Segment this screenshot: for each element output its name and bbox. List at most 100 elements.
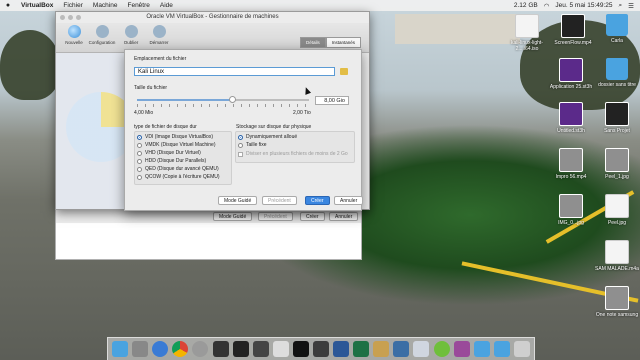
menu-app-name[interactable]: VirtualBox bbox=[16, 2, 58, 9]
close-window-button[interactable] bbox=[60, 15, 65, 20]
folder-icon bbox=[606, 58, 628, 80]
settings-label: Configuration bbox=[88, 40, 116, 45]
finder-icon[interactable] bbox=[112, 341, 129, 357]
desktop-icon-label: Impro 56.mp4 bbox=[555, 174, 587, 180]
desktop-icon-label: dossier sans titre bbox=[598, 82, 636, 88]
folder-icon[interactable] bbox=[493, 341, 510, 357]
desktop-icon-app25[interactable]: Application 25.st3h bbox=[548, 58, 594, 90]
virtualbox-icon[interactable] bbox=[393, 341, 410, 357]
terminal-icon[interactable] bbox=[232, 341, 249, 357]
excel-icon[interactable] bbox=[353, 341, 370, 357]
menu-help[interactable]: Aide bbox=[155, 2, 178, 9]
desktop-icon-iso[interactable]: kali-linux-light-2....i64.iso bbox=[504, 14, 550, 52]
checkbox-box bbox=[238, 151, 243, 157]
clock[interactable]: Jeu. 5 mai 15:49:25 bbox=[555, 2, 612, 9]
desktop-icon-folder[interactable]: dossier sans titre bbox=[594, 58, 640, 88]
start-button[interactable]: Démarrer bbox=[144, 25, 174, 45]
desktop-icon-onenote[interactable]: One note samsung bbox=[594, 286, 640, 318]
chrome-icon[interactable] bbox=[172, 341, 189, 357]
folder-icon[interactable] bbox=[473, 341, 490, 357]
size-slider-ticks bbox=[137, 104, 309, 107]
menu-file[interactable]: Fichier bbox=[58, 2, 88, 9]
start-arrow-icon bbox=[152, 25, 166, 38]
create-button[interactable]: Créer bbox=[305, 196, 330, 205]
folder-icon[interactable] bbox=[340, 68, 348, 75]
desktop-icon-untitled[interactable]: Untitled.st3h bbox=[548, 102, 594, 134]
memory-indicator[interactable]: 2.12 GB bbox=[514, 2, 538, 9]
notifications-icon[interactable]: ☰ bbox=[628, 2, 634, 10]
cancel-button[interactable]: Annuler bbox=[334, 196, 364, 205]
movie-icon[interactable] bbox=[252, 341, 269, 357]
radio-dynamic[interactable]: Dynamiquement alloué bbox=[238, 134, 297, 140]
mail-icon[interactable] bbox=[413, 341, 430, 357]
desktop-icon-label: Sans Projet bbox=[604, 128, 630, 134]
desktop-icon-projet[interactable]: Sans Projet bbox=[594, 102, 640, 134]
menu-window[interactable]: Fenêtre bbox=[122, 2, 154, 9]
zoom-window-button[interactable] bbox=[76, 15, 81, 20]
finalcut-icon[interactable] bbox=[312, 341, 329, 357]
safari-icon[interactable] bbox=[152, 341, 169, 357]
parent-guided-button[interactable]: Mode Guidé bbox=[213, 212, 253, 221]
file-location-input[interactable]: Kali Linux bbox=[134, 67, 335, 76]
trash-icon[interactable] bbox=[513, 341, 530, 357]
details-tab[interactable]: Détails bbox=[299, 37, 326, 48]
radio-fixed[interactable]: Taille fixe bbox=[238, 142, 267, 148]
radio-qcow[interactable]: QCOW (Copie à l'écriture QEMU) bbox=[137, 174, 220, 180]
search-icon[interactable]: ⌕ bbox=[619, 2, 623, 10]
radio-vhd[interactable]: VHD (Disque Dur Virtuel) bbox=[137, 150, 201, 156]
piano-icon[interactable] bbox=[272, 341, 289, 357]
radio-qed[interactable]: QED (Disque dur avancé QEMU) bbox=[137, 166, 219, 172]
storage-label: Stockage sur disque dur physique bbox=[236, 124, 312, 130]
torrent-icon[interactable] bbox=[433, 341, 450, 357]
parent-create-button[interactable]: Créer bbox=[300, 212, 325, 221]
preferences-icon[interactable] bbox=[192, 341, 209, 357]
desktop-icon-screenflow[interactable]: ScreenFlow.mp4 bbox=[550, 14, 596, 46]
radio-dot bbox=[137, 174, 142, 180]
logic-icon[interactable] bbox=[292, 341, 309, 357]
project-file-icon bbox=[605, 102, 629, 126]
radio-vmdk-label: VMDK (Disque Virtuel Machine) bbox=[145, 142, 216, 148]
desktop-icon-peel[interactable]: Peel.jpg bbox=[594, 194, 640, 226]
appstore-icon[interactable] bbox=[453, 341, 470, 357]
desktop-icon-label: One note samsung bbox=[595, 312, 639, 318]
radio-vmdk[interactable]: VMDK (Disque Virtuel Machine) bbox=[137, 142, 216, 148]
parent-cancel-button[interactable]: Annuler bbox=[329, 212, 359, 221]
desktop-icon-carla[interactable]: Carla bbox=[594, 14, 640, 44]
snapshots-tab[interactable]: Instantanés bbox=[325, 37, 361, 48]
size-slider[interactable] bbox=[137, 99, 309, 101]
radio-dynamic-label: Dynamiquement alloué bbox=[246, 134, 298, 140]
desktop-icon-sam[interactable]: SAM MALADE.m4a bbox=[594, 240, 640, 272]
launchpad-icon[interactable] bbox=[132, 341, 149, 357]
previous-button[interactable]: Précédent bbox=[262, 196, 297, 205]
dock bbox=[107, 337, 535, 360]
parent-previous-button[interactable]: Précédent bbox=[258, 212, 293, 221]
discard-icon bbox=[124, 25, 138, 38]
minimize-window-button[interactable] bbox=[68, 15, 73, 20]
size-max-label: 2,00 Tio bbox=[293, 110, 311, 116]
radio-hdd[interactable]: HDD (Disque Dur Parallels) bbox=[137, 158, 206, 164]
split-files-label: Diviser en plusieurs fichiers de moins d… bbox=[246, 151, 348, 157]
size-slider-thumb[interactable] bbox=[228, 96, 236, 103]
discard-button[interactable]: Oublier bbox=[116, 25, 146, 45]
size-input[interactable]: 8,00 Gio bbox=[315, 96, 349, 105]
wifi-icon[interactable]: ◠ bbox=[544, 2, 550, 10]
radio-vdi[interactable]: VDI (Image Disque VirtualBox) bbox=[137, 134, 213, 140]
apple-menu-icon[interactable]: ● bbox=[0, 2, 16, 9]
activity-icon[interactable] bbox=[212, 341, 229, 357]
desktop-icon-peel1[interactable]: Peel_1.jpg bbox=[594, 148, 640, 180]
radio-dot bbox=[238, 134, 243, 140]
menu-machine[interactable]: Machine bbox=[88, 2, 123, 9]
desktop-icon-img[interactable]: IMG_0...jpg bbox=[548, 194, 594, 226]
start-label: Démarrer bbox=[149, 40, 169, 45]
desktop-icon-impro[interactable]: Impro 56.mp4 bbox=[548, 148, 594, 180]
desktop-icon-label: ScreenFlow.mp4 bbox=[554, 40, 592, 46]
disk-image-icon bbox=[515, 14, 539, 38]
photo-icon[interactable] bbox=[373, 341, 390, 357]
split-files-checkbox[interactable]: Diviser en plusieurs fichiers de moins d… bbox=[238, 151, 348, 157]
st3h-file-icon bbox=[559, 102, 583, 126]
word-icon[interactable] bbox=[333, 341, 350, 357]
new-vm-button[interactable]: Nouvelle bbox=[59, 25, 89, 45]
settings-button[interactable]: Configuration bbox=[87, 25, 117, 45]
st3h-file-icon bbox=[559, 58, 583, 82]
guided-mode-button[interactable]: Mode Guidé bbox=[218, 196, 258, 205]
